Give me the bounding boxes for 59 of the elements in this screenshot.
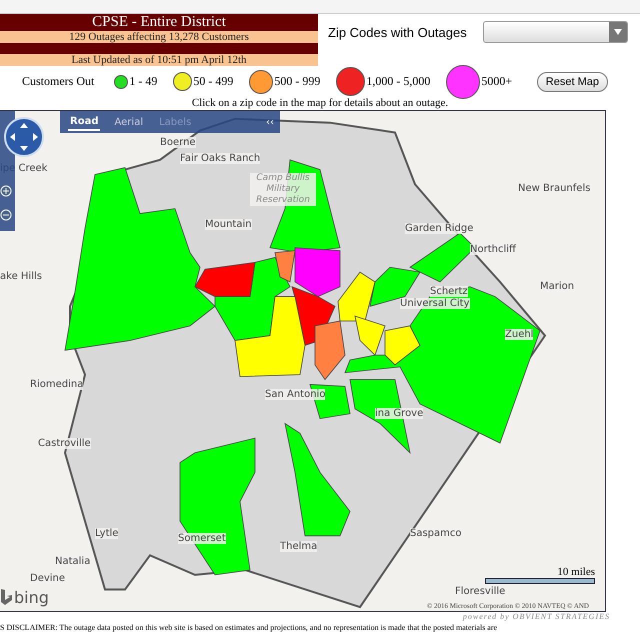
zip-codes-label: Zip Codes with Outages [328, 24, 467, 40]
dropdown-arrow-icon [614, 29, 622, 35]
place-label: Fair Oaks Ranch [180, 153, 260, 164]
legend-range: 1 - 49 [129, 74, 158, 89]
place-label: Northcliff [470, 244, 516, 255]
last-updated-text: Last Updated as of 10:51 pm April 12th [0, 54, 318, 66]
place-label: Universal City [400, 298, 470, 309]
place-label: Thelma [280, 541, 318, 552]
scale-label: 10 miles [557, 566, 595, 578]
disclaimer-text: S DISCLAIMER: The outage data posted on this web site is based on estimates and projections, and no representation is made that the posted materials are [0, 623, 498, 632]
place-label: Camp Bullis Military Reservation [250, 173, 316, 206]
place-label: ake Hills [0, 271, 42, 282]
legend-range: 500 - 999 [274, 74, 320, 89]
map-style-tab[interactable]: Aerial [112, 114, 146, 130]
legend-range: 50 - 499 [193, 74, 234, 89]
place-label: New Braunfels [518, 183, 590, 194]
powered-by-link[interactable]: powered by OBVIENT STRATEGIES [0, 612, 640, 623]
zoom-out-icon[interactable] [0, 209, 12, 221]
zip-zone[interactable] [338, 272, 376, 322]
legend-range: 5000+ [481, 74, 512, 89]
zip-code-dropdown[interactable] [482, 21, 628, 43]
place-label: Boerne [160, 137, 196, 148]
pan-compass-icon[interactable] [4, 117, 44, 157]
zip-zone[interactable] [194, 262, 256, 297]
zip-zone[interactable] [354, 316, 386, 356]
legend-range: 1,000 - 5,000 [366, 74, 430, 89]
outage-map[interactable] [0, 110, 606, 612]
zip-zone[interactable] [344, 286, 540, 444]
zip-zone[interactable] [214, 257, 291, 341]
place-label: Natalia [55, 556, 90, 567]
outage-summary: 129 Outages affecting 13,278 Customers [0, 31, 318, 43]
place-label: Garden Ridge [405, 223, 474, 234]
zip-zone[interactable] [284, 422, 350, 536]
place-label: Castroville [38, 438, 91, 449]
place-label: Saspamco [410, 528, 462, 539]
place-label: Schertz [430, 286, 468, 297]
place-label: Lytle [95, 528, 118, 539]
place-label: San Antonio [265, 389, 326, 400]
logo-mark-icon [0, 589, 12, 605]
place-label: Marion [540, 281, 574, 292]
reset-map-button[interactable]: Reset Map [536, 72, 608, 92]
map-logo: bing [14, 588, 49, 607]
place-label: Floresville [455, 586, 506, 597]
zip-zone[interactable] [234, 296, 306, 378]
place-label: Devine [30, 573, 66, 584]
zip-zone[interactable] [384, 325, 420, 366]
zip-zone[interactable] [180, 438, 256, 576]
legend-label: Customers Out [22, 74, 94, 89]
zoom-in-icon[interactable] [0, 185, 12, 197]
instruction-text: Click on a zip code in the map for details about an outage. [190, 97, 450, 110]
collapse-toggle[interactable]: ‹‹ [266, 116, 274, 128]
map-style-tab[interactable]: Road [68, 114, 100, 130]
place-label: ina Grove [375, 408, 424, 419]
place-label: Riomedina [30, 379, 84, 390]
place-label: Zuehl [505, 329, 534, 340]
district-title: CPSE - Entire District [0, 14, 318, 31]
place-label: Somerset [178, 533, 226, 544]
zip-zone[interactable] [294, 247, 340, 297]
place-label: Mountain [205, 219, 252, 230]
